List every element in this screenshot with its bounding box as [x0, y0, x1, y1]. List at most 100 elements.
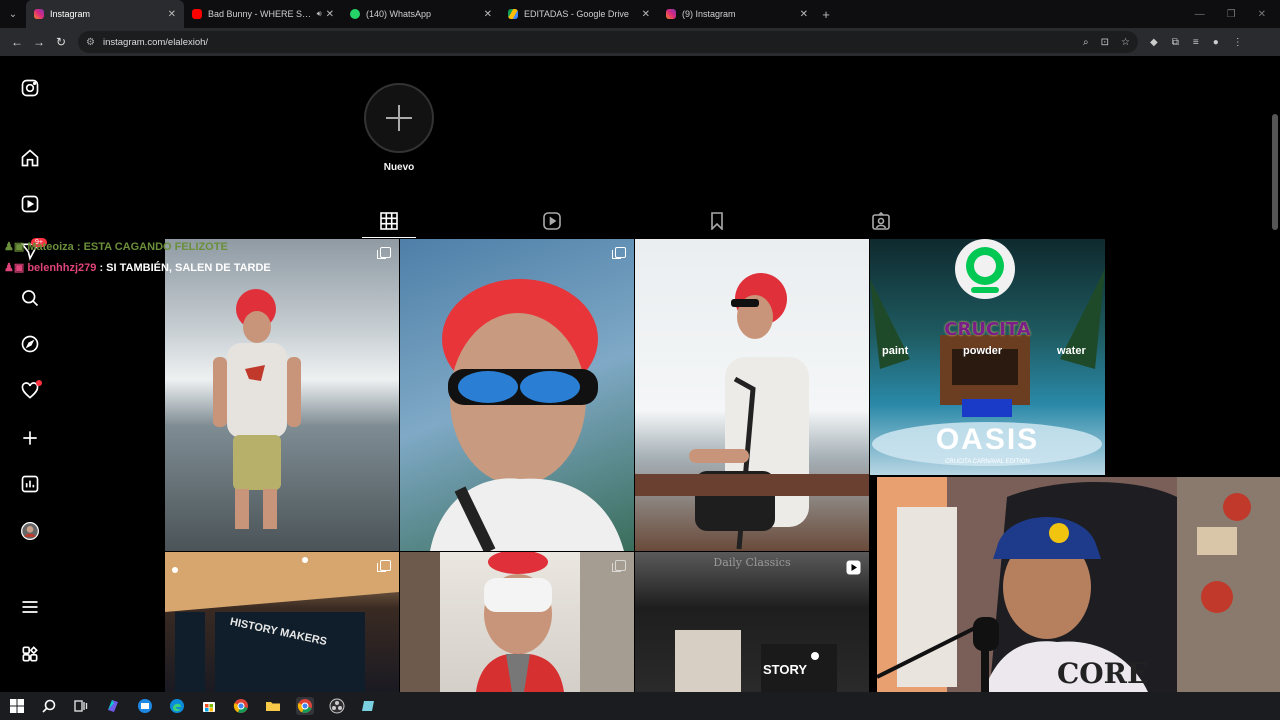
speaker-icon[interactable]: 🔊︎ [317, 9, 322, 19]
chrome-icon[interactable] [232, 697, 250, 715]
profile-avatar[interactable] [18, 519, 42, 543]
menu-icon[interactable]: ⋮ [1233, 37, 1243, 48]
window-controls: — ❐ ✕ [1195, 9, 1280, 20]
zoom-icon[interactable]: ⌕ [1083, 37, 1089, 48]
tab-posts[interactable] [362, 204, 416, 238]
bookmark-star-icon[interactable]: ☆ [1121, 37, 1130, 48]
edge-mail-icon[interactable] [136, 697, 154, 715]
search-icon[interactable] [18, 286, 42, 310]
close-icon[interactable]: ✕ [484, 9, 492, 20]
task-view-icon[interactable] [72, 697, 90, 715]
close-icon[interactable]: ✕ [168, 9, 176, 20]
search-icon[interactable] [40, 697, 58, 715]
tab-whatsapp[interactable]: (140) WhatsApp ✕ [342, 0, 500, 28]
portrait-photo [430, 279, 624, 551]
tab-search-icon[interactable]: ⌄ [0, 0, 26, 28]
bookmark-icon [711, 212, 723, 230]
tab-saved[interactable] [690, 204, 744, 238]
tagged-icon [872, 212, 890, 230]
more-menu-icon[interactable] [18, 595, 42, 619]
browser-toolbar: ← → ↻ ⚙ instagram.com/elalexioh/ ⌕ ⊡ ☆ ◆… [0, 28, 1280, 56]
tab-label: (140) WhatsApp [366, 9, 432, 19]
minimize-icon[interactable]: — [1195, 9, 1205, 20]
create-plus-icon[interactable] [18, 426, 42, 450]
post-thumbnail[interactable] [400, 552, 634, 692]
poster-brand: CRUCITA [944, 319, 1031, 340]
explore-compass-icon[interactable] [18, 332, 42, 356]
also-from-meta-icon[interactable] [18, 642, 42, 666]
youtube-icon [192, 9, 202, 19]
post-thumbnail[interactable] [635, 239, 869, 551]
reel-sign: Daily Classics [713, 556, 791, 569]
storefront-photo [165, 552, 399, 692]
post-thumbnail[interactable]: HISTORY MAKERS [165, 552, 399, 692]
tab-tagged[interactable] [854, 204, 908, 238]
scrollbar-thumb[interactable] [1272, 114, 1278, 230]
new-highlight-label: Nuevo [383, 162, 415, 173]
restore-icon[interactable]: ❐ [1227, 9, 1236, 20]
profile-tabs [362, 204, 902, 238]
chat-text: ESTA CAGANDO FELIZOTE [83, 241, 228, 253]
poster-event-title: OASIS [935, 423, 1040, 456]
media-icon[interactable]: ≡ [1193, 37, 1199, 48]
beach-photo [213, 289, 301, 529]
new-tab-button[interactable]: + [816, 7, 836, 22]
close-icon[interactable]: ✕ [326, 9, 334, 20]
profile-icon[interactable]: ● [1213, 37, 1219, 48]
puzzle-icon[interactable]: ⧉ [1172, 37, 1179, 48]
dashboard-icon[interactable] [18, 472, 42, 496]
file-explorer-icon[interactable] [264, 697, 282, 715]
tab-instagram-2[interactable]: (9) Instagram ✕ [658, 0, 816, 28]
post-thumbnail[interactable]: Daily Classics STORY [635, 552, 869, 692]
chat-text: SI TAMBIÉN, SALEN DE TARDE [106, 262, 271, 274]
copilot-icon[interactable] [104, 697, 122, 715]
tab-bad-bunny[interactable]: Bad Bunny - WHERE SHE G 🔊︎ ✕ [184, 0, 342, 28]
tab-instagram[interactable]: Instagram ✕ [26, 0, 184, 28]
chat-username: Mateoiza [27, 241, 74, 253]
instagram-logo-icon[interactable] [18, 76, 42, 100]
reel-photo [675, 630, 837, 692]
grid-icon [380, 211, 398, 230]
reload-icon[interactable]: ↻ [50, 35, 72, 49]
forward-icon[interactable]: → [28, 35, 50, 49]
whatsapp-icon [350, 9, 360, 19]
edge-icon[interactable] [168, 697, 186, 715]
install-icon[interactable]: ⊡ [1101, 37, 1109, 48]
store-icon[interactable] [200, 697, 218, 715]
poster-text-left: paint [882, 345, 909, 357]
poster-text-center: powder [963, 345, 1003, 357]
site-info-icon[interactable]: ⚙ [86, 37, 95, 48]
post-thumbnail[interactable] [165, 239, 399, 551]
back-icon[interactable]: ← [6, 35, 28, 49]
google-drive-icon [508, 9, 518, 19]
new-highlight-button[interactable] [364, 83, 434, 153]
windows-start-icon[interactable] [8, 697, 26, 715]
close-icon[interactable]: ✕ [800, 9, 808, 20]
address-bar[interactable]: ⚙ instagram.com/elalexioh/ ⌕ ⊡ ☆ [78, 31, 1138, 53]
vr-headset-photo [400, 552, 634, 692]
side-view-photo [635, 273, 869, 550]
chrome-active-icon[interactable] [296, 697, 314, 715]
shirt-text: CORE [1057, 657, 1149, 690]
close-icon[interactable]: ✕ [642, 9, 650, 20]
tab-google-drive[interactable]: EDITADAS - Google Drive ✕ [500, 0, 658, 28]
extension-icon[interactable]: ◆ [1150, 37, 1158, 48]
reel-sticker-text: STORY [763, 662, 808, 677]
tab-label: Bad Bunny - WHERE SHE G [208, 9, 313, 19]
obs-icon[interactable] [328, 697, 346, 715]
app-icon[interactable] [360, 697, 378, 715]
home-icon[interactable] [18, 146, 42, 170]
webcam-overlay: CORE [877, 477, 1280, 720]
activity-dot [36, 380, 42, 386]
close-window-icon[interactable]: ✕ [1258, 9, 1266, 20]
plus-icon [386, 105, 412, 131]
reels-icon[interactable] [18, 192, 42, 216]
multi-post-icon [377, 560, 391, 572]
post-thumbnail[interactable] [400, 239, 634, 551]
chat-username: belenhhzj279 [27, 262, 97, 274]
post-thumbnail[interactable]: CRUCITA paint powder water OASIS CRUCITA… [870, 239, 1105, 475]
sidebar-nav: 9+ [0, 58, 62, 692]
multi-post-icon [377, 247, 391, 259]
stream-chat-overlay: ♟▣ Mateoiza : ESTA CAGANDO FELIZOTE ♟▣ b… [4, 240, 274, 282]
tab-reels[interactable] [525, 204, 579, 238]
